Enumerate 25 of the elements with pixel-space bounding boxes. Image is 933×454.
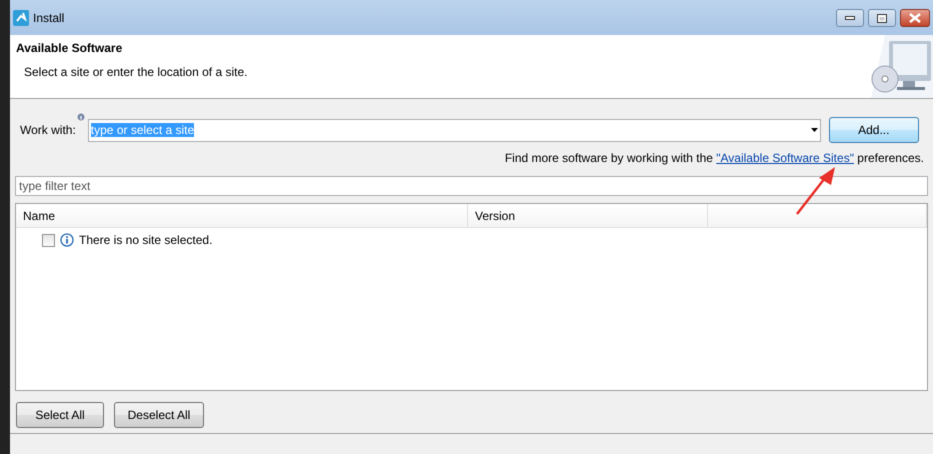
hint-text: Find more software by working with the "Available Software Sites" preferences. xyxy=(504,151,924,165)
column-header[interactable]: Name xyxy=(16,204,468,227)
close-icon xyxy=(909,13,921,23)
action-button[interactable]: Select All xyxy=(16,402,104,428)
minimize-button[interactable] xyxy=(836,9,864,27)
table-cell: There is no site selected. xyxy=(79,233,212,247)
window-title: Install xyxy=(33,10,64,24)
preferences-link[interactable]: "Available Software Sites" xyxy=(716,151,854,165)
action-button[interactable]: Deselect All xyxy=(114,402,204,428)
annotation-arrow xyxy=(795,166,837,215)
maximize-button[interactable] xyxy=(868,9,896,27)
app-icon xyxy=(13,10,29,26)
filter-field[interactable]: type filter text xyxy=(15,176,928,196)
column-header[interactable]: Version xyxy=(468,204,708,227)
page-title: Available Software xyxy=(16,41,124,55)
page-description: Select a site or enter the location of a site. xyxy=(24,65,248,79)
maximize-icon xyxy=(877,14,887,22)
info-icon xyxy=(60,233,74,247)
add-button[interactable]: Add... xyxy=(828,117,919,143)
field-label: Work with: xyxy=(20,123,76,137)
info-icon xyxy=(76,113,85,121)
checkbox[interactable] xyxy=(42,234,55,246)
minimize-icon xyxy=(845,16,855,20)
close-button[interactable] xyxy=(900,9,930,27)
dropdown-arrow-icon xyxy=(810,128,818,132)
